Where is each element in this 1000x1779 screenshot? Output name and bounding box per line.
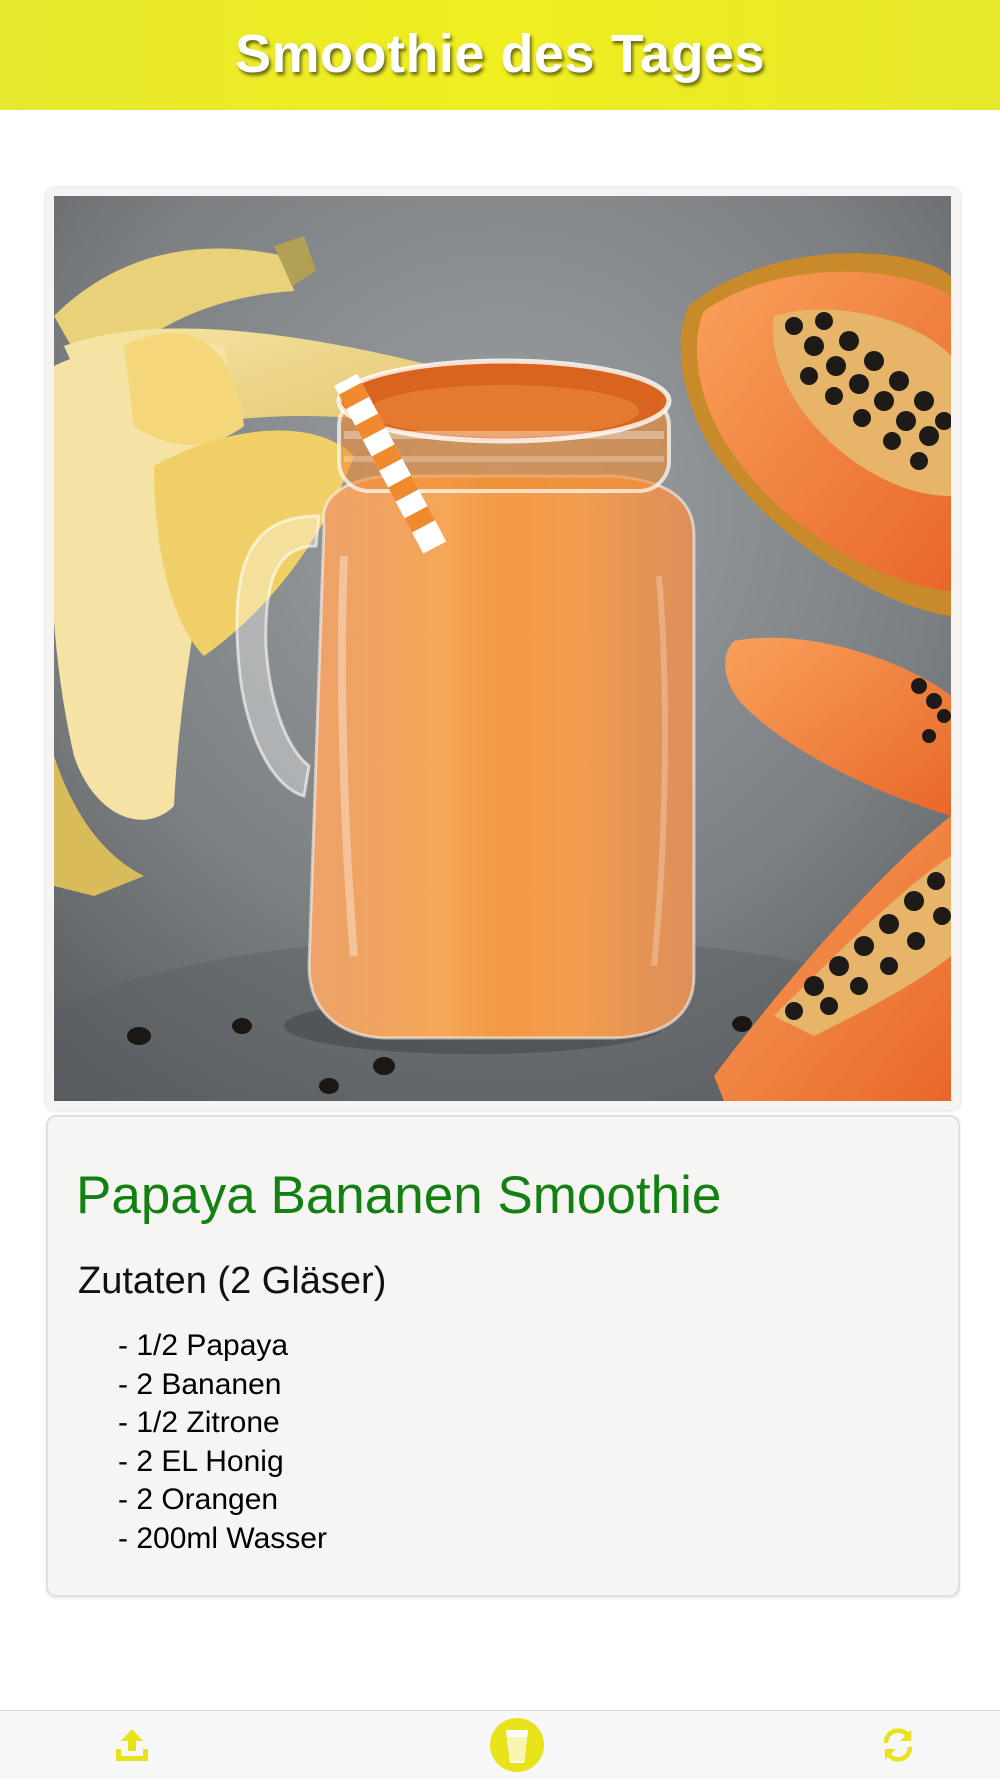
share-upload-icon xyxy=(116,1729,148,1761)
share-button[interactable] xyxy=(92,1711,172,1779)
recipe-card: Papaya Bananen Smoothie Zutaten (2 Gläse… xyxy=(46,1115,960,1597)
recipe-title: Papaya Bananen Smoothie xyxy=(76,1166,722,1225)
page-title: Smoothie des Tages xyxy=(234,24,766,84)
ingredient-item: - 2 Orangen xyxy=(118,1483,279,1516)
bottom-toolbar xyxy=(0,1710,1000,1779)
smoothie-cup-icon xyxy=(490,1718,544,1772)
refresh-icon xyxy=(883,1728,913,1762)
ingredient-item: - 1/2 Papaya xyxy=(118,1329,289,1362)
ingredients-heading: Zutaten (2 Gläser) xyxy=(78,1260,387,1302)
refresh-button[interactable] xyxy=(858,1711,938,1779)
smoothie-of-day-button[interactable] xyxy=(477,1711,557,1779)
ingredient-item: - 2 Bananen xyxy=(118,1367,282,1401)
ingredient-item: - 200ml Wasser xyxy=(118,1521,327,1555)
smoothie-photo xyxy=(54,196,951,1101)
ingredient-item: - 1/2 Zitrone xyxy=(118,1406,280,1439)
ingredients-list: - 1/2 Papaya - 2 Bananen - 1/2 Zitrone -… xyxy=(118,1327,327,1558)
smoothie-image-card xyxy=(46,188,960,1110)
ingredient-item: - 2 EL Honig xyxy=(118,1444,284,1478)
app-header: Smoothie des Tages xyxy=(0,0,1000,110)
